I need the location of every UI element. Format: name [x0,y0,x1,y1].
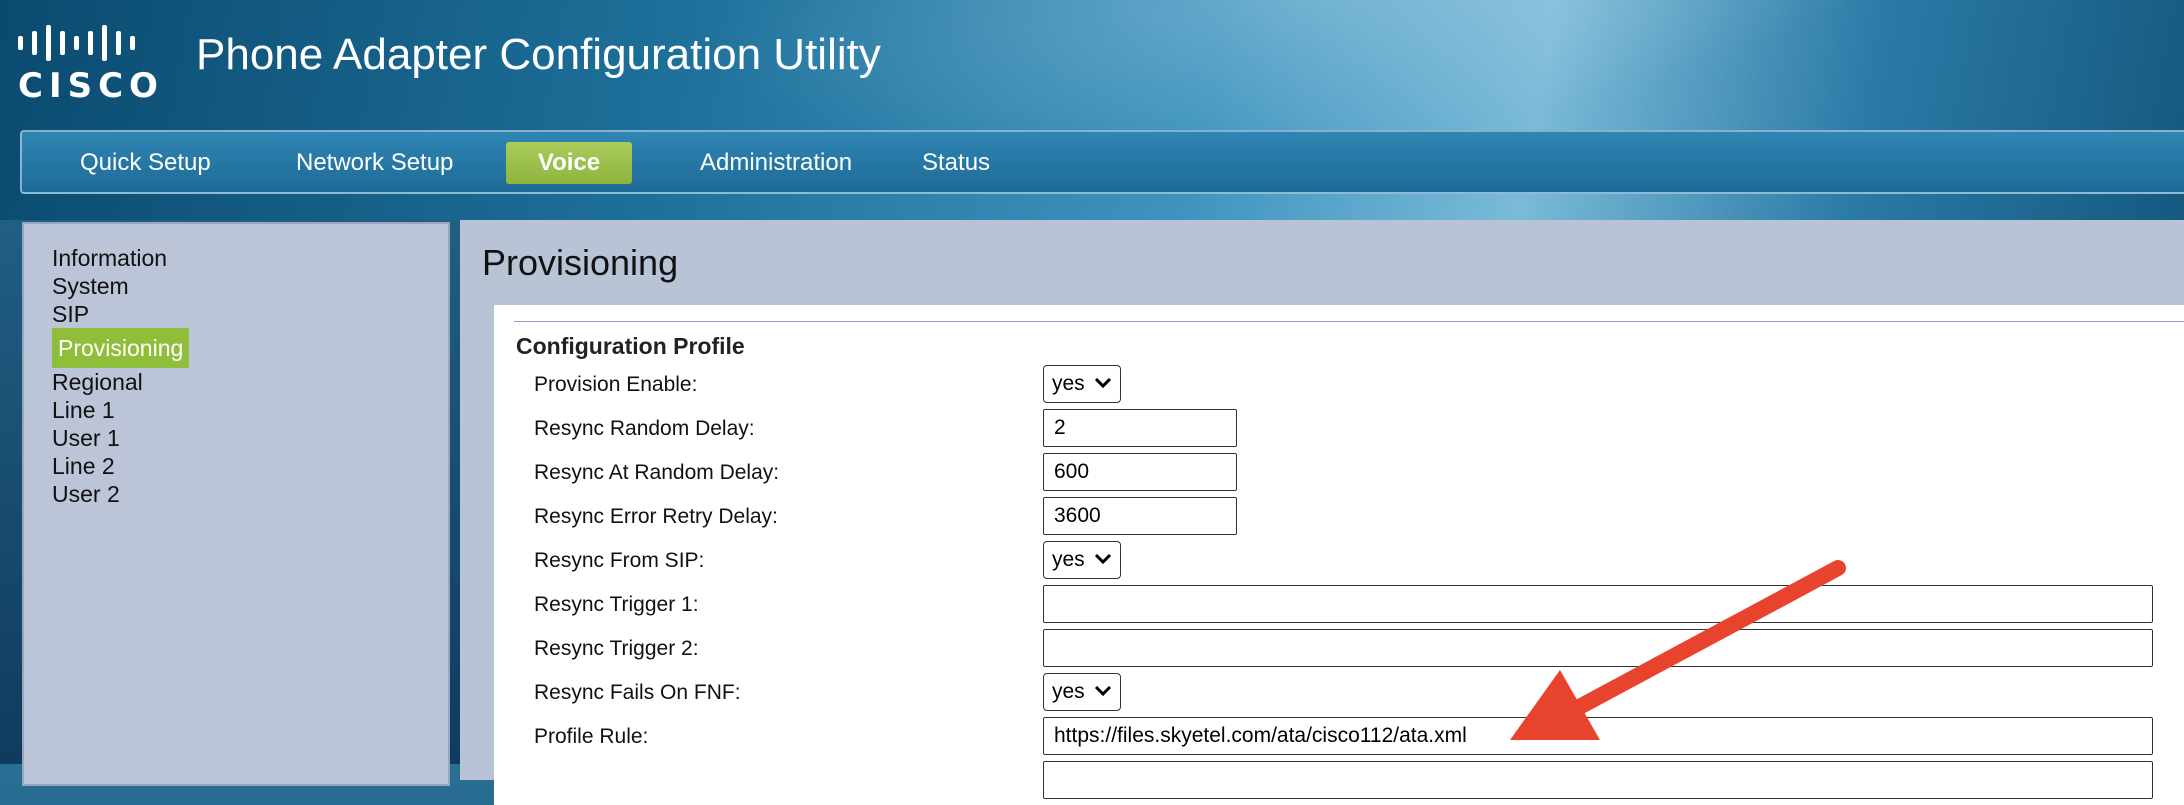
field-label-resync-trigger-1: Resync Trigger 1: [534,593,699,616]
field-label-resync-trigger-2: Resync Trigger 2: [534,637,699,660]
cisco-logo-text: CISCO [18,66,164,106]
sidebar-item-user-1[interactable]: User 1 [52,424,120,452]
section-divider [514,321,2184,322]
resync-fails-on-fnf-select[interactable]: yes [1043,673,1121,711]
chevron-down-icon [1094,685,1112,697]
app-title: Phone Adapter Configuration Utility [196,30,881,79]
resync-from-sip-value: yes [1052,548,1085,571]
tab-voice[interactable]: Voice [506,142,632,184]
sidebar-item-sip[interactable]: SIP [52,300,89,328]
cisco-logo-bars-icon [18,22,148,64]
sidebar-item-provisioning[interactable]: Provisioning [52,328,190,368]
tab-network-setup[interactable]: Network Setup [282,142,467,184]
field-label-resync-at-random-delay: Resync At Random Delay: [534,461,780,484]
provision-enable-select[interactable]: yes [1043,365,1121,403]
resync-trigger-1-input[interactable] [1043,585,2153,623]
main-content: Provisioning Configuration Profile Provi… [460,220,2184,805]
sidebar-item-line-2[interactable]: Line 2 [52,452,115,480]
tab-quick-setup[interactable]: Quick Setup [66,142,225,184]
resync-error-retry-delay-input[interactable] [1043,497,1237,535]
config-panel: Configuration Profile Provision Enable: … [494,305,2184,805]
field-label-profile-rule: Profile Rule: [534,725,649,748]
sidebar-item-line-1[interactable]: Line 1 [52,396,115,424]
resync-from-sip-select[interactable]: yes [1043,541,1121,579]
provision-enable-value: yes [1052,372,1085,395]
chevron-down-icon [1094,377,1112,389]
resync-fails-on-fnf-value: yes [1052,680,1085,703]
main-nav: Quick Setup Network Setup Voice Administ… [20,130,2184,194]
chevron-down-icon [1094,553,1112,565]
section-title: Configuration Profile [516,333,745,359]
sidebar: Information System SIP Provisioning Regi… [22,222,450,786]
sidebar-item-user-2[interactable]: User 2 [52,480,120,508]
sidebar-item-information[interactable]: Information [52,244,167,272]
field-label-resync-fails-on-fnf: Resync Fails On FNF: [534,681,741,704]
field-label-resync-random-delay: Resync Random Delay: [534,417,755,440]
tab-status[interactable]: Status [908,142,1004,184]
tab-administration[interactable]: Administration [686,142,866,184]
profile-rule-input[interactable] [1043,717,2153,755]
next-field-input[interactable] [1043,761,2153,799]
resync-at-random-delay-input[interactable] [1043,453,1237,491]
sidebar-item-system[interactable]: System [52,272,129,300]
field-label-resync-error-retry-delay: Resync Error Retry Delay: [534,505,778,528]
field-label-provision-enable: Provision Enable: [534,373,698,396]
resync-random-delay-input[interactable] [1043,409,1237,447]
page-title: Provisioning [482,242,679,283]
sidebar-item-regional[interactable]: Regional [52,368,143,396]
field-label-resync-from-sip: Resync From SIP: [534,549,705,572]
cisco-logo: CISCO [18,22,158,106]
resync-trigger-2-input[interactable] [1043,629,2153,667]
